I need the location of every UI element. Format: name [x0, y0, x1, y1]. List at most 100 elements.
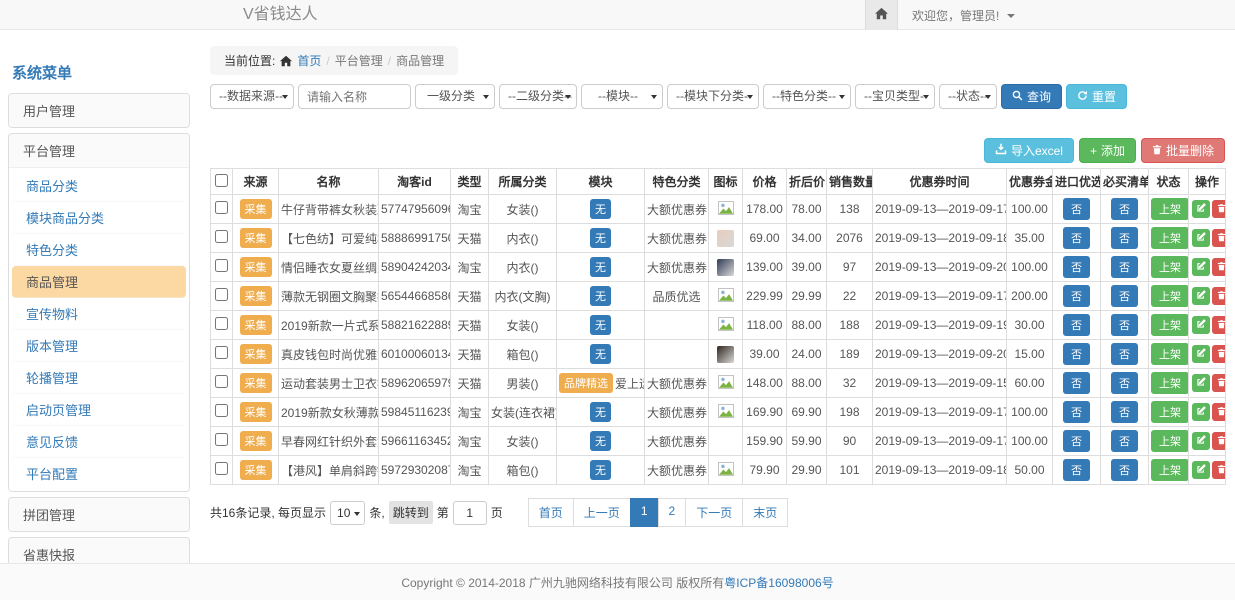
toggle-import_select-button[interactable]: 否: [1063, 314, 1090, 336]
toggle-must_buy-button[interactable]: 否: [1111, 401, 1138, 423]
filter-select-module-subcategory[interactable]: --模块下分类--: [667, 84, 759, 109]
toggle-must_buy-button[interactable]: 否: [1111, 227, 1138, 249]
row-checkbox[interactable]: [215, 462, 228, 475]
delete-button[interactable]: [1212, 432, 1226, 450]
toggle-import_select-button[interactable]: 否: [1063, 256, 1090, 278]
reset-button[interactable]: 重置: [1066, 84, 1127, 109]
status-button[interactable]: 上架: [1151, 372, 1189, 394]
sidebar-item-goods-management[interactable]: 商品管理: [12, 266, 186, 298]
toggle-must_buy-button[interactable]: 否: [1111, 256, 1138, 278]
row-checkbox[interactable]: [215, 201, 228, 214]
toggle-import_select-button[interactable]: 否: [1063, 401, 1090, 423]
status-button[interactable]: 上架: [1151, 459, 1189, 481]
delete-button[interactable]: [1212, 461, 1226, 479]
add-button[interactable]: + 添加: [1079, 138, 1136, 163]
batch-delete-button[interactable]: 批量删除: [1141, 138, 1225, 163]
toggle-import_select-button[interactable]: 否: [1063, 343, 1090, 365]
sidebar-item-promo-material[interactable]: 宣传物料: [12, 298, 186, 330]
status-button[interactable]: 上架: [1151, 256, 1189, 278]
jump-page-input[interactable]: [453, 501, 487, 525]
sidebar-item-feature-category[interactable]: 特色分类: [12, 234, 186, 266]
sidebar-section-user-management[interactable]: 用户管理: [9, 94, 189, 127]
row-checkbox[interactable]: [215, 404, 228, 417]
edit-button[interactable]: [1192, 403, 1210, 421]
edit-button[interactable]: [1192, 200, 1210, 218]
status-button[interactable]: 上架: [1151, 430, 1189, 452]
sidebar-section-group-buy-management[interactable]: 拼团管理: [9, 498, 189, 531]
page-1[interactable]: 1: [630, 498, 659, 527]
row-checkbox[interactable]: [215, 317, 228, 330]
toggle-import_select-button[interactable]: 否: [1063, 430, 1090, 452]
edit-button[interactable]: [1192, 287, 1210, 305]
page-prev[interactable]: 上一页: [573, 498, 631, 527]
filter-select-status[interactable]: --状态--: [939, 84, 997, 109]
edit-button[interactable]: [1192, 316, 1210, 334]
toggle-must_buy-button[interactable]: 否: [1111, 343, 1138, 365]
row-checkbox[interactable]: [215, 346, 228, 359]
delete-button[interactable]: [1212, 374, 1226, 392]
edit-button[interactable]: [1192, 258, 1210, 276]
row-checkbox[interactable]: [215, 288, 228, 301]
select-all-checkbox[interactable]: [215, 174, 228, 187]
status-button[interactable]: 上架: [1151, 314, 1189, 336]
toggle-import_select-button[interactable]: 否: [1063, 372, 1090, 394]
search-button[interactable]: 查询: [1001, 84, 1062, 109]
page-last[interactable]: 末页: [742, 498, 788, 527]
edit-button[interactable]: [1192, 229, 1210, 247]
sidebar-item-version-management[interactable]: 版本管理: [12, 330, 186, 362]
sidebar-item-goods-category[interactable]: 商品分类: [12, 170, 186, 202]
filter-select-level2-category[interactable]: --二级分类--: [499, 84, 577, 109]
jump-button[interactable]: 跳转到: [389, 501, 433, 524]
name-search-input[interactable]: [298, 84, 411, 109]
home-button[interactable]: [865, 0, 898, 30]
toggle-import_select-button[interactable]: 否: [1063, 198, 1090, 220]
sidebar-item-carousel-management[interactable]: 轮播管理: [12, 362, 186, 394]
per-page-select[interactable]: 10: [330, 501, 365, 525]
sidebar-section-platform-management[interactable]: 平台管理: [9, 134, 189, 167]
filter-select-item-type[interactable]: --宝贝类型--: [855, 84, 935, 109]
page-first[interactable]: 首页: [528, 498, 574, 527]
toggle-must_buy-button[interactable]: 否: [1111, 430, 1138, 452]
toggle-import_select-button[interactable]: 否: [1063, 285, 1090, 307]
toggle-import_select-button[interactable]: 否: [1063, 227, 1090, 249]
edit-button[interactable]: [1192, 432, 1210, 450]
delete-button[interactable]: [1212, 229, 1226, 247]
row-checkbox[interactable]: [215, 230, 228, 243]
row-checkbox[interactable]: [215, 433, 228, 446]
delete-button[interactable]: [1212, 258, 1226, 276]
edit-button[interactable]: [1192, 461, 1210, 479]
toggle-must_buy-button[interactable]: 否: [1111, 459, 1138, 481]
delete-button[interactable]: [1212, 316, 1226, 334]
row-checkbox[interactable]: [215, 375, 228, 388]
status-button[interactable]: 上架: [1151, 401, 1189, 423]
toggle-must_buy-button[interactable]: 否: [1111, 372, 1138, 394]
delete-button[interactable]: [1212, 345, 1226, 363]
user-menu[interactable]: 欢迎您，管理员!: [912, 7, 1015, 24]
sidebar-item-module-goods-category[interactable]: 模块商品分类: [12, 202, 186, 234]
filter-select-level1-category[interactable]: 一级分类: [415, 84, 495, 109]
filter-select-data-source[interactable]: --数据来源--: [210, 84, 294, 109]
toggle-import_select-button[interactable]: 否: [1063, 459, 1090, 481]
breadcrumb-home-link[interactable]: 首页: [297, 52, 321, 69]
edit-button[interactable]: [1192, 345, 1210, 363]
page-2[interactable]: 2: [658, 498, 687, 527]
row-checkbox[interactable]: [215, 259, 228, 272]
delete-button[interactable]: [1212, 403, 1226, 421]
sidebar-item-platform-config[interactable]: 平台配置: [12, 458, 186, 489]
edit-button[interactable]: [1192, 374, 1210, 392]
toggle-must_buy-button[interactable]: 否: [1111, 198, 1138, 220]
sidebar-item-splash-page-management[interactable]: 启动页管理: [12, 394, 186, 426]
page-next[interactable]: 下一页: [685, 498, 743, 527]
delete-button[interactable]: [1212, 287, 1226, 305]
filter-select-feature-category[interactable]: --特色分类--: [763, 84, 851, 109]
toggle-must_buy-button[interactable]: 否: [1111, 314, 1138, 336]
status-button[interactable]: 上架: [1151, 198, 1189, 220]
delete-button[interactable]: [1212, 200, 1226, 218]
icp-link[interactable]: 粤ICP备16098006号: [724, 574, 833, 591]
toggle-must_buy-button[interactable]: 否: [1111, 285, 1138, 307]
status-button[interactable]: 上架: [1151, 227, 1189, 249]
status-button[interactable]: 上架: [1151, 285, 1189, 307]
status-button[interactable]: 上架: [1151, 343, 1189, 365]
import-excel-button[interactable]: 导入excel: [984, 138, 1074, 163]
sidebar-item-feedback[interactable]: 意见反馈: [12, 426, 186, 458]
